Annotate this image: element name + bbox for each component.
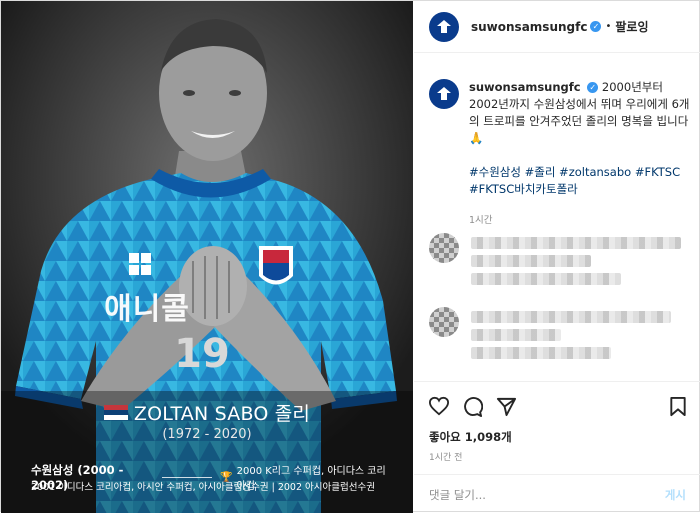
comment-input[interactable]: 댓글 달기... xyxy=(429,487,486,503)
blurred-text xyxy=(471,255,591,267)
post-time: 1시간 전 xyxy=(429,453,463,463)
action-section: 좋아요 1,098개 1시간 전 댓글 달기... 게시 xyxy=(414,381,700,513)
following-button[interactable]: 팔로잉 xyxy=(615,18,648,35)
blurred-text xyxy=(471,347,611,359)
blurred-text xyxy=(471,237,681,249)
blurred-text xyxy=(471,311,671,323)
player-name: ZOLTAN SABO 졸리 xyxy=(133,403,311,425)
sponsor-text: 애니콜 xyxy=(104,292,190,327)
heart-icon[interactable] xyxy=(428,396,450,416)
post-caption: suwonsamsungfc ✓ 2000년부터 2002년까지 수원삼성에서 … xyxy=(429,79,691,229)
separator-dot: • xyxy=(605,21,612,32)
flag-icon xyxy=(103,405,128,420)
divider xyxy=(162,476,213,478)
comment-icon[interactable] xyxy=(462,396,483,417)
avatar[interactable] xyxy=(429,11,459,42)
caption-avatar[interactable] xyxy=(429,79,459,109)
verified-icon: ✓ xyxy=(590,21,602,32)
add-comment-bar: 댓글 달기... 게시 xyxy=(414,474,700,514)
post-header: suwonsamsungfc ✓ • 팔로잉 xyxy=(414,1,700,53)
player-name-caption: ZOLTAN SABO 졸리 xyxy=(1,399,413,426)
blurred-text xyxy=(471,329,561,341)
instagram-post-window: 애니콜 19 ZOLTAN SABO 졸리 (1972 - 2020) 수원삼성… xyxy=(0,0,700,513)
share-icon[interactable] xyxy=(496,396,517,417)
history-line: 2001 아디다스 코리아컵, 아시안 수퍼컵, 아시아클럽선수권 | 2002… xyxy=(31,482,375,493)
blurred-text xyxy=(471,273,621,285)
bookmark-icon[interactable] xyxy=(669,396,687,417)
club-logo-icon xyxy=(437,87,451,100)
player-years: (1972 - 2020) xyxy=(162,427,252,442)
jersey-number: 19 xyxy=(174,331,230,377)
verified-icon: ✓ xyxy=(587,82,599,93)
likes-count[interactable]: 좋아요 1,098개 xyxy=(429,429,512,445)
avatar xyxy=(429,307,459,337)
caption-time: 1시간 xyxy=(469,215,493,226)
caption-text-block: suwonsamsungfc ✓ 2000년부터 2002년까지 수원삼성에서 … xyxy=(469,79,691,147)
avatar xyxy=(429,233,459,263)
post-comment-button[interactable]: 게시 xyxy=(665,487,686,503)
post-photo[interactable]: 애니콜 19 ZOLTAN SABO 졸리 (1972 - 2020) 수원삼성… xyxy=(1,1,413,513)
caption-username[interactable]: suwonsamsungfc xyxy=(469,80,581,94)
hashtags[interactable]: #수원삼성 #졸리 #zoltansabo #FKTSC #FKTSC바치카토폴… xyxy=(469,164,691,198)
club-logo-icon xyxy=(437,19,451,33)
post-side-panel: suwonsamsungfc ✓ • 팔로잉 suwonsamsungfc ✓ … xyxy=(414,1,700,513)
header-username[interactable]: suwonsamsungfc xyxy=(471,20,587,34)
